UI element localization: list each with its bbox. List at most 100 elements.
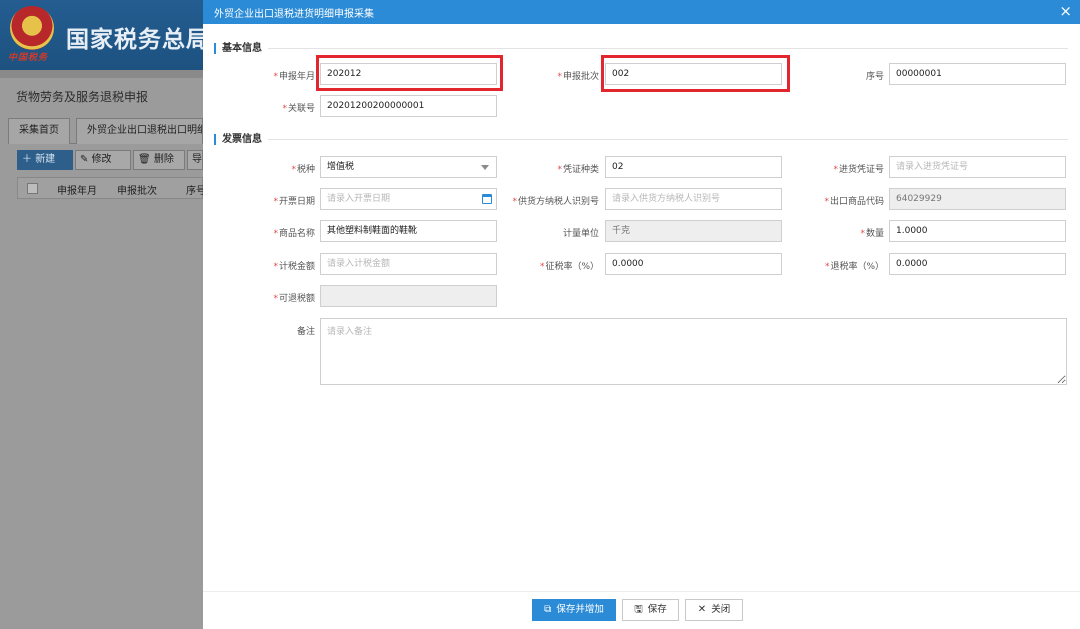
refund-rate-label-text: 退税率（%） (830, 262, 884, 272)
required-mark: * (273, 294, 278, 304)
levy-rate-label-text: 征税率（%） (545, 262, 599, 272)
declare-batch-label-text: 申报批次 (562, 72, 599, 82)
tax-emblem-icon (10, 6, 54, 50)
required-mark: * (824, 197, 829, 207)
x-icon: ✕ (697, 604, 707, 615)
remark-label: 备注 (296, 327, 315, 337)
close-icon[interactable]: × (1059, 3, 1072, 20)
table-header: 申报年月 申报批次 序号 (17, 177, 206, 199)
tax-amount-label: *计税金额 (263, 259, 315, 272)
quantity-label-text: 数量 (865, 229, 884, 239)
invoice-date-label-text: 开票日期 (278, 197, 315, 207)
declare-month-label: *申报年月 (263, 69, 315, 82)
section-title-basic: 基本信息 (214, 43, 262, 54)
select-all-checkbox[interactable] (27, 183, 38, 194)
serial-no-input[interactable]: 00000001 (889, 63, 1066, 85)
remark-textarea[interactable] (320, 318, 1067, 385)
save-label: 保存 (647, 604, 667, 615)
more-button[interactable]: 导 (187, 150, 203, 170)
delete-button[interactable]: 🗑 删除 (133, 150, 185, 170)
voucher-no-input[interactable]: 请录入进货凭证号 (889, 156, 1066, 178)
required-mark: * (824, 262, 830, 272)
export-code-label-text: 出口商品代码 (829, 197, 884, 207)
tab-collect-home[interactable]: 采集首页 (8, 118, 70, 144)
levy-rate-label: *征税率（%） (503, 259, 599, 272)
new-button-label: 新建 (35, 154, 56, 165)
required-mark: * (557, 165, 562, 175)
tax-type-select[interactable]: 增值税 (320, 156, 497, 178)
voucher-type-label-text: 凭证种类 (562, 165, 599, 175)
declare-batch-label: *申报批次 (543, 69, 599, 82)
trash-icon: 🗑 (138, 154, 154, 165)
unit-label: 计量单位 (562, 229, 599, 239)
declare-month-label-text: 申报年月 (278, 72, 315, 82)
module-title: 货物劳务及服务退税申报 (16, 90, 149, 104)
voucher-no-placeholder: 请录入进货凭证号 (896, 162, 969, 172)
tax-type-label: *税种 (263, 162, 315, 175)
tab-export-detail[interactable]: 外贸企业出口退税出口明细 (76, 118, 203, 144)
required-mark: * (539, 262, 545, 272)
invoice-date-placeholder: 请录入开票日期 (327, 194, 391, 204)
goods-name-input[interactable]: 其他塑料制鞋面的鞋靴 (320, 220, 497, 242)
highlight-box-declare-month (316, 55, 503, 91)
quantity-input[interactable]: 1.0000 (889, 220, 1066, 242)
edit-button-label: 修改 (91, 154, 112, 165)
goods-name-label-text: 商品名称 (278, 229, 315, 239)
section-title-invoice: 发票信息 (214, 134, 262, 145)
supplier-tax-id-input[interactable]: 请录入供货方纳税人识别号 (605, 188, 782, 210)
section-divider (268, 48, 1068, 49)
emblem-slogan: 中国税务 (8, 53, 49, 63)
save-and-add-label: 保存并增加 (556, 604, 604, 615)
export-code-label: *出口商品代码 (803, 194, 884, 207)
voucher-no-label: *进货凭证号 (803, 162, 884, 175)
required-mark: * (557, 72, 562, 82)
invoice-date-input[interactable]: 请录入开票日期 (320, 188, 497, 210)
required-mark: * (273, 262, 278, 272)
required-mark: * (860, 229, 865, 239)
dialog-title: 外贸企业出口退税进货明细申报采集 (214, 9, 374, 20)
app-tabbar: 采集首页 外贸企业出口退税出口明细 (8, 118, 203, 144)
required-mark: * (282, 104, 287, 114)
supplier-tax-id-label: *供货方纳税人识别号 (503, 194, 599, 207)
voucher-no-label-text: 进货凭证号 (838, 165, 884, 175)
close-label: 关闭 (711, 604, 731, 615)
calendar-icon[interactable] (482, 194, 492, 204)
close-button[interactable]: ✕ 关闭 (685, 599, 743, 621)
highlight-box-declare-batch (601, 55, 790, 92)
refundable-input (320, 285, 497, 307)
invoice-date-label: *开票日期 (263, 194, 315, 207)
new-button[interactable]: ＋ 新建 (17, 150, 73, 170)
copy-icon: ⧉ (544, 604, 552, 615)
table-header-month: 申报年月 (57, 186, 97, 197)
tax-type-label-text: 税种 (296, 165, 315, 175)
required-mark: * (273, 72, 278, 82)
refund-rate-label: *退税率（%） (803, 259, 884, 272)
plus-icon: ＋ (22, 154, 36, 165)
export-code-input: 64029929 (889, 188, 1066, 210)
levy-rate-input[interactable]: 0.0000 (605, 253, 782, 275)
unit-input: 千克 (605, 220, 782, 242)
refund-rate-input[interactable]: 0.0000 (889, 253, 1066, 275)
section-divider (268, 139, 1068, 140)
app-toolbar: ＋ 新建 ✎ 修改 🗑 删除 导 (17, 150, 203, 170)
table-header-batch: 申报批次 (117, 186, 157, 197)
tax-amount-label-text: 计税金额 (278, 262, 315, 272)
link-no-label: *关联号 (263, 101, 315, 114)
required-mark: * (291, 165, 296, 175)
required-mark: * (273, 229, 278, 239)
edit-button[interactable]: ✎ 修改 (75, 150, 131, 170)
link-no-input[interactable]: 20201200200000001 (320, 95, 497, 117)
save-and-add-button[interactable]: ⧉ 保存并增加 (532, 599, 616, 621)
footer-divider (203, 591, 1080, 592)
tax-amount-placeholder: 请录入计税金额 (327, 259, 391, 269)
refundable-label: *可退税额 (263, 291, 315, 304)
supplier-tax-id-placeholder: 请录入供货方纳税人识别号 (612, 194, 721, 204)
purchase-detail-dialog: 外贸企业出口退税进货明细申报采集 × 基本信息 *申报年月 202012 *申报… (203, 0, 1080, 629)
required-mark: * (512, 197, 517, 207)
quantity-label: *数量 (803, 226, 884, 239)
voucher-type-input[interactable]: 02 (605, 156, 782, 178)
save-button[interactable]: 🖫 保存 (622, 599, 679, 621)
required-mark: * (833, 165, 838, 175)
serial-no-label: 序号 (865, 72, 884, 82)
tax-amount-input[interactable]: 请录入计税金额 (320, 253, 497, 275)
